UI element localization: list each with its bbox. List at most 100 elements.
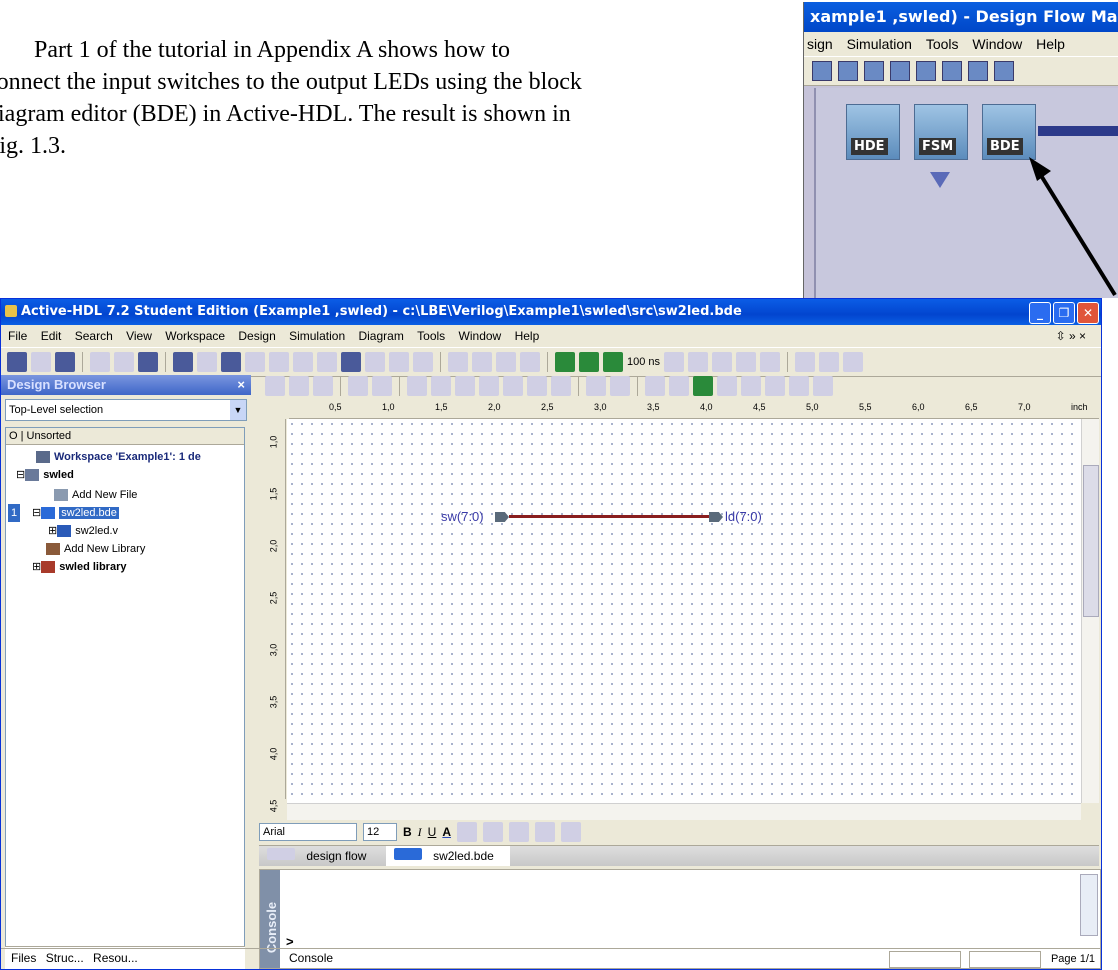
- tab-sw2led-bde[interactable]: sw2led.bde: [385, 846, 510, 866]
- menu-workspace[interactable]: Workspace: [165, 329, 225, 343]
- library-icon[interactable]: [138, 352, 158, 372]
- list-icon[interactable]: [520, 352, 540, 372]
- chart-icon[interactable]: [317, 352, 337, 372]
- fsm-tile[interactable]: FSM: [914, 104, 968, 160]
- step-over-icon[interactable]: [760, 352, 781, 372]
- undo-icon[interactable]: [348, 376, 368, 396]
- run-for-icon[interactable]: [603, 352, 623, 372]
- fill-color-icon[interactable]: [457, 822, 478, 842]
- tree-item-sw2led-bde[interactable]: ⊟ sw2led.bde: [32, 504, 119, 522]
- maximize-button[interactable]: ❐: [1053, 302, 1075, 324]
- pan-icon[interactable]: [431, 376, 451, 396]
- find-icon[interactable]: [245, 352, 265, 372]
- binary-icon[interactable]: [114, 352, 134, 372]
- minimize-button[interactable]: _: [1029, 302, 1051, 324]
- italic-button[interactable]: I: [418, 825, 422, 840]
- zoom-in-icon[interactable]: [455, 376, 475, 396]
- tree-item-add-new-file[interactable]: Add New File: [54, 486, 137, 504]
- trace-icon[interactable]: [819, 352, 840, 372]
- net-label-icon[interactable]: [789, 376, 809, 396]
- open-icon[interactable]: [31, 352, 51, 372]
- line-color-icon[interactable]: [483, 822, 504, 842]
- run-until-icon[interactable]: [579, 352, 599, 372]
- bus-tool-icon[interactable]: [765, 376, 785, 396]
- menu-search[interactable]: Search: [75, 329, 113, 343]
- restart-icon[interactable]: [688, 352, 709, 372]
- toolbar-icon[interactable]: [994, 61, 1014, 81]
- close-button[interactable]: ✕: [1077, 302, 1099, 324]
- compile-icon[interactable]: [90, 352, 110, 372]
- paste-icon[interactable]: [313, 376, 333, 396]
- top-level-select[interactable]: Top-Level selection ▼: [5, 399, 247, 421]
- tip-icon[interactable]: [389, 352, 409, 372]
- breakpoint-icon[interactable]: [795, 352, 816, 372]
- coverage-icon[interactable]: [413, 352, 433, 372]
- redo-icon[interactable]: [372, 376, 392, 396]
- dfm-menu-simulation[interactable]: Simulation: [847, 36, 912, 52]
- signal-icon[interactable]: [472, 352, 492, 372]
- bus-wire[interactable]: [509, 515, 709, 518]
- scroll-thumb[interactable]: [1083, 465, 1099, 617]
- collapse-icon[interactable]: ⊟: [32, 507, 41, 519]
- input-port-tool-icon[interactable]: [693, 376, 713, 396]
- line-style-icon[interactable]: [509, 822, 530, 842]
- hde-tile[interactable]: HDE: [846, 104, 900, 160]
- run-time-field[interactable]: 100 ns: [627, 356, 660, 368]
- toolbar-icon[interactable]: [838, 61, 858, 81]
- block-tool-icon[interactable]: [669, 376, 689, 396]
- tree-item-sw2led-v[interactable]: ⊞ sw2led.v: [48, 522, 118, 540]
- menu-simulation[interactable]: Simulation: [289, 329, 345, 343]
- zoom-page-icon[interactable]: [551, 376, 571, 396]
- expand-icon[interactable]: ⊞: [32, 561, 41, 573]
- chevron-down-icon[interactable]: ▼: [230, 400, 246, 420]
- font-color-button[interactable]: A: [442, 825, 451, 839]
- step-icon[interactable]: [736, 352, 757, 372]
- diagram-canvas[interactable]: sw(7:0) ld(7:0): [287, 419, 1081, 803]
- cpp-icon[interactable]: [269, 352, 289, 372]
- tree-item-swled[interactable]: ⊟ swled: [16, 466, 74, 484]
- run-icon[interactable]: [555, 352, 575, 372]
- terminal-icon[interactable]: [813, 376, 833, 396]
- output-port-tool-icon[interactable]: [717, 376, 737, 396]
- time-spinner-icon[interactable]: [664, 352, 685, 372]
- zoom-selection-icon[interactable]: [527, 376, 547, 396]
- vertical-scrollbar[interactable]: [1081, 419, 1099, 803]
- output-port[interactable]: [709, 512, 723, 522]
- cut-icon[interactable]: [265, 376, 285, 396]
- menu-view[interactable]: View: [126, 329, 152, 343]
- tab-design-flow[interactable]: design flow: [259, 846, 382, 866]
- menu-edit[interactable]: Edit: [41, 329, 62, 343]
- collapse-icon[interactable]: ⊟: [16, 469, 25, 481]
- tree-item-workspace[interactable]: Workspace 'Example1': 1 de: [36, 448, 201, 466]
- clear-trace-icon[interactable]: [843, 352, 864, 372]
- wire-tool-icon[interactable]: [741, 376, 761, 396]
- tree-item-add-new-library[interactable]: Add New Library: [46, 540, 145, 558]
- toolbar-icon[interactable]: [942, 61, 962, 81]
- books-icon[interactable]: [341, 352, 361, 372]
- hierarchy-icon[interactable]: [197, 352, 217, 372]
- dfm-menu-design[interactable]: sign: [807, 36, 833, 52]
- menu-file[interactable]: File: [8, 329, 27, 343]
- hdl-debug-icon[interactable]: [293, 352, 313, 372]
- new-workspace-icon[interactable]: [7, 352, 27, 372]
- stop-icon[interactable]: [448, 352, 468, 372]
- menubar-overflow-icon[interactable]: ⇳ » ×: [1056, 325, 1086, 347]
- horizontal-scrollbar[interactable]: [287, 803, 1081, 820]
- dfm-menu-tools[interactable]: Tools: [926, 36, 959, 52]
- bde-tile[interactable]: BDE: [982, 104, 1036, 160]
- menu-window[interactable]: Window: [459, 329, 502, 343]
- input-port[interactable]: [495, 512, 509, 522]
- tree-item-swled-library[interactable]: ⊞ swled library: [32, 558, 126, 576]
- hierarchy-up-icon[interactable]: [610, 376, 630, 396]
- dfm-menu-window[interactable]: Window: [972, 36, 1022, 52]
- save-icon[interactable]: [55, 352, 75, 372]
- dfm-menu-help[interactable]: Help: [1036, 36, 1065, 52]
- toolbar-icon[interactable]: [890, 61, 910, 81]
- zoom-fit-icon[interactable]: [503, 376, 523, 396]
- end-sim-icon[interactable]: [712, 352, 733, 372]
- underline-button[interactable]: U: [428, 825, 437, 839]
- close-panel-icon[interactable]: ×: [237, 375, 245, 395]
- menu-help[interactable]: Help: [515, 329, 540, 343]
- design-flow-icon[interactable]: [365, 352, 385, 372]
- select-tool-icon[interactable]: [645, 376, 665, 396]
